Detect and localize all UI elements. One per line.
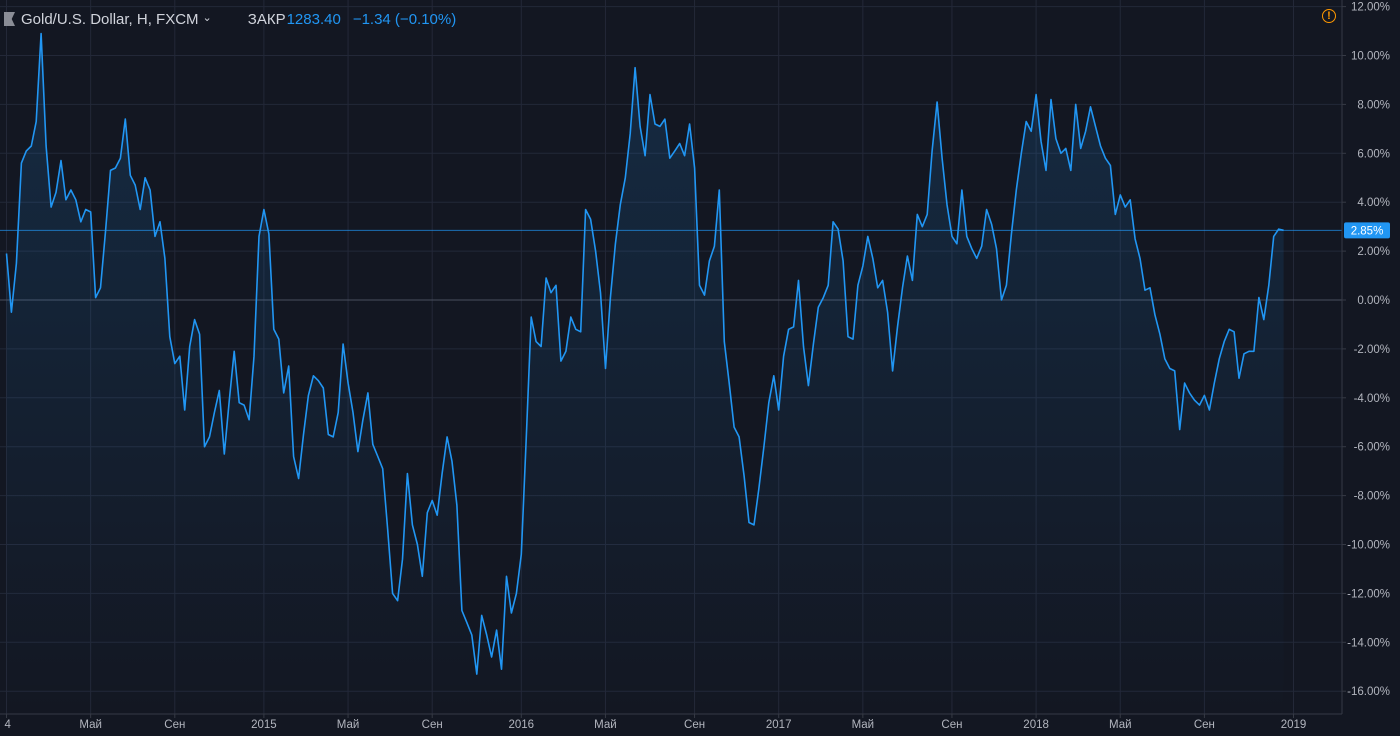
y-tick-label: -14.00% bbox=[1347, 637, 1390, 649]
x-tick-label: Май bbox=[337, 719, 360, 731]
y-tick-label: -4.00% bbox=[1354, 393, 1390, 405]
y-tick-label: 10.00% bbox=[1351, 51, 1390, 63]
x-tick-label: Май bbox=[1109, 719, 1132, 731]
y-tick-label: -16.00% bbox=[1347, 686, 1390, 698]
y-tick-label: 4.00% bbox=[1357, 197, 1390, 209]
x-axis-labels: 4 Май Сен 2015 Май Сен 2016 Май Сен 2017 Май Сен 201… bbox=[5, 714, 1307, 731]
y-tick-label: 0.00% bbox=[1357, 295, 1390, 307]
y-tick-label: -12.00% bbox=[1347, 588, 1390, 600]
close-value: 1283.40 bbox=[286, 10, 341, 28]
x-tick-label: Май bbox=[79, 719, 102, 731]
x-tick-label: 2017 bbox=[766, 719, 792, 731]
change-value: −1.34 (−0.10%) bbox=[352, 10, 457, 28]
price-chart[interactable]: 12.00% 10.00% 8.00% 6.00% 4.00% 2.00% 0.00% -2.… bbox=[0, 0, 1400, 736]
chevron-down-icon[interactable]: ⌄ bbox=[203, 11, 212, 24]
x-tick-label: 2019 bbox=[1281, 719, 1307, 731]
x-tick-label: 2016 bbox=[509, 719, 535, 731]
symbol-title[interactable]: Gold/U.S. Dollar, H, FXCM bbox=[21, 11, 199, 28]
y-tick-label: 6.00% bbox=[1357, 148, 1390, 160]
y-tick-label: -2.00% bbox=[1354, 344, 1390, 356]
x-tick-label: Сен bbox=[684, 719, 705, 731]
y-tick-label: 12.00% bbox=[1351, 2, 1390, 14]
flag-icon bbox=[4, 12, 15, 26]
y-tick-label: 8.00% bbox=[1357, 99, 1390, 111]
x-tick-label: Сен bbox=[422, 719, 443, 731]
area-fill bbox=[6, 33, 1284, 714]
x-tick-label: Сен bbox=[1194, 719, 1215, 731]
x-tick-label: Май bbox=[594, 719, 617, 731]
y-tick-label: -8.00% bbox=[1354, 491, 1390, 503]
warning-icon[interactable]: ! bbox=[1322, 9, 1336, 23]
y-axis-labels: 12.00% 10.00% 8.00% 6.00% 4.00% 2.00% 0.00% -2.… bbox=[1342, 2, 1390, 698]
x-tick-label: 2018 bbox=[1023, 719, 1049, 731]
x-tick-label: Май bbox=[852, 719, 875, 731]
last-value-badge: 2.85% bbox=[1344, 222, 1390, 239]
x-tick-label: Сен bbox=[164, 719, 185, 731]
y-tick-label: 2.00% bbox=[1357, 246, 1390, 258]
chart-area-fill bbox=[6, 33, 1284, 714]
y-tick-label: -10.00% bbox=[1347, 540, 1390, 552]
chart-legend-header: Gold/U.S. Dollar, H, FXCM ⌄ ЗАКР 1283.40… bbox=[4, 8, 456, 30]
x-tick-label: Сен bbox=[941, 719, 962, 731]
x-tick-label: 2015 bbox=[251, 719, 277, 731]
last-value-label: 2.85% bbox=[1351, 225, 1384, 237]
x-tick-label: 4 bbox=[5, 719, 12, 731]
y-tick-label: -6.00% bbox=[1354, 442, 1390, 454]
close-label: ЗАКР bbox=[247, 10, 286, 28]
